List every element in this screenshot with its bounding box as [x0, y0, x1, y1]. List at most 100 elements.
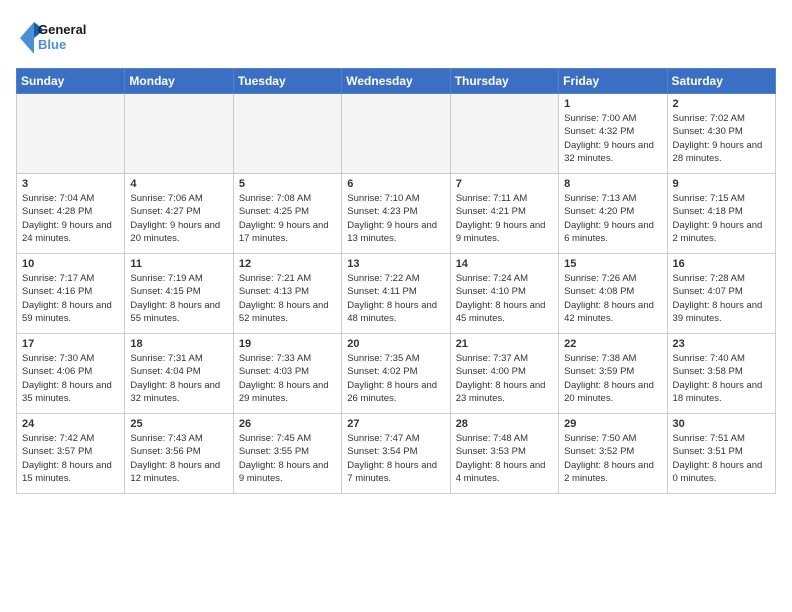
day-info: Sunrise: 7:00 AM Sunset: 4:32 PM Dayligh…: [564, 112, 661, 165]
calendar-week-5: 24Sunrise: 7:42 AM Sunset: 3:57 PM Dayli…: [17, 414, 776, 494]
day-number: 17: [22, 338, 119, 350]
day-number: 28: [456, 418, 553, 430]
day-header-monday: Monday: [125, 69, 233, 94]
day-info: Sunrise: 7:04 AM Sunset: 4:28 PM Dayligh…: [22, 192, 119, 245]
day-info: Sunrise: 7:37 AM Sunset: 4:00 PM Dayligh…: [456, 352, 553, 405]
calendar-cell: 15 Sunrise: 7:26 AM Sunset: 4:08 PM Dayli…: [559, 254, 667, 334]
day-info: Sunrise: 7:35 AM Sunset: 4:02 PM Dayligh…: [347, 352, 444, 405]
calendar-cell: 14 Sunrise: 7:24 AM Sunset: 4:10 PM Dayli…: [450, 254, 558, 334]
day-number: 1: [564, 98, 661, 110]
day-number: 25: [130, 418, 227, 430]
calendar-cell: 21Sunrise: 7:37 AM Sunset: 4:00 PM Dayli…: [450, 334, 558, 414]
day-number: 19: [239, 338, 336, 350]
day-info: Sunrise: 7:26 AM Sunset: 4:08 PM Dayligh…: [564, 272, 661, 325]
day-info: Sunrise: 7:24 AM Sunset: 4:10 PM Dayligh…: [456, 272, 553, 325]
calendar-week-2: 3Sunrise: 7:04 AM Sunset: 4:28 PM Daylig…: [17, 174, 776, 254]
day-number: 6: [347, 178, 444, 190]
day-info: Sunrise: 7:40 AM Sunset: 3:58 PM Dayligh…: [673, 352, 770, 405]
calendar-cell: 13 Sunrise: 7:22 AM Sunset: 4:11 PM Dayli…: [342, 254, 450, 334]
day-info: Sunrise: 7:47 AM Sunset: 3:54 PM Dayligh…: [347, 432, 444, 485]
calendar-cell: 8 Sunrise: 7:13 AM Sunset: 4:20 PM Daylig…: [559, 174, 667, 254]
day-info: Sunrise: 7:21 AM Sunset: 4:13 PM Dayligh…: [239, 272, 336, 325]
calendar-header-row: SundayMondayTuesdayWednesdayThursdayFrid…: [17, 69, 776, 94]
day-number: 7: [456, 178, 553, 190]
calendar-cell: 1 Sunrise: 7:00 AM Sunset: 4:32 PM Daylig…: [559, 94, 667, 174]
logo-image: General Blue: [16, 16, 116, 60]
day-number: 8: [564, 178, 661, 190]
day-number: 29: [564, 418, 661, 430]
calendar-cell: 6 Sunrise: 7:10 AM Sunset: 4:23 PM Daylig…: [342, 174, 450, 254]
calendar-cell: 10Sunrise: 7:17 AM Sunset: 4:16 PM Dayli…: [17, 254, 125, 334]
calendar-table: SundayMondayTuesdayWednesdayThursdayFrid…: [16, 68, 776, 494]
day-info: Sunrise: 7:08 AM Sunset: 4:25 PM Dayligh…: [239, 192, 336, 245]
calendar-cell: 24Sunrise: 7:42 AM Sunset: 3:57 PM Dayli…: [17, 414, 125, 494]
day-info: Sunrise: 7:33 AM Sunset: 4:03 PM Dayligh…: [239, 352, 336, 405]
calendar-cell: 2Sunrise: 7:02 AM Sunset: 4:30 PM Daylig…: [667, 94, 775, 174]
day-number: 22: [564, 338, 661, 350]
day-number: 16: [673, 258, 770, 270]
svg-text:General: General: [38, 22, 86, 37]
calendar-cell: 26 Sunrise: 7:45 AM Sunset: 3:55 PM Dayli…: [233, 414, 341, 494]
calendar-cell: [342, 94, 450, 174]
day-info: Sunrise: 7:28 AM Sunset: 4:07 PM Dayligh…: [673, 272, 770, 325]
day-info: Sunrise: 7:51 AM Sunset: 3:51 PM Dayligh…: [673, 432, 770, 485]
calendar-cell: [125, 94, 233, 174]
calendar-cell: 27 Sunrise: 7:47 AM Sunset: 3:54 PM Dayli…: [342, 414, 450, 494]
day-info: Sunrise: 7:06 AM Sunset: 4:27 PM Dayligh…: [130, 192, 227, 245]
calendar-cell: 23 Sunrise: 7:40 AM Sunset: 3:58 PM Dayli…: [667, 334, 775, 414]
day-number: 18: [130, 338, 227, 350]
day-number: 24: [22, 418, 119, 430]
day-number: 5: [239, 178, 336, 190]
calendar-cell: 11Sunrise: 7:19 AM Sunset: 4:15 PM Dayli…: [125, 254, 233, 334]
day-number: 14: [456, 258, 553, 270]
day-info: Sunrise: 7:43 AM Sunset: 3:56 PM Dayligh…: [130, 432, 227, 485]
calendar-cell: 22 Sunrise: 7:38 AM Sunset: 3:59 PM Dayli…: [559, 334, 667, 414]
day-number: 11: [130, 258, 227, 270]
calendar-week-3: 10Sunrise: 7:17 AM Sunset: 4:16 PM Dayli…: [17, 254, 776, 334]
calendar-cell: 9 Sunrise: 7:15 AM Sunset: 4:18 PM Daylig…: [667, 174, 775, 254]
day-header-friday: Friday: [559, 69, 667, 94]
day-info: Sunrise: 7:10 AM Sunset: 4:23 PM Dayligh…: [347, 192, 444, 245]
calendar-cell: [450, 94, 558, 174]
calendar-cell: 3Sunrise: 7:04 AM Sunset: 4:28 PM Daylig…: [17, 174, 125, 254]
day-number: 26: [239, 418, 336, 430]
calendar-cell: 5 Sunrise: 7:08 AM Sunset: 4:25 PM Daylig…: [233, 174, 341, 254]
day-number: 10: [22, 258, 119, 270]
day-info: Sunrise: 7:48 AM Sunset: 3:53 PM Dayligh…: [456, 432, 553, 485]
day-header-sunday: Sunday: [17, 69, 125, 94]
day-info: Sunrise: 7:50 AM Sunset: 3:52 PM Dayligh…: [564, 432, 661, 485]
day-number: 27: [347, 418, 444, 430]
calendar-week-4: 17Sunrise: 7:30 AM Sunset: 4:06 PM Dayli…: [17, 334, 776, 414]
calendar-cell: 28 Sunrise: 7:48 AM Sunset: 3:53 PM Dayli…: [450, 414, 558, 494]
day-number: 23: [673, 338, 770, 350]
day-header-saturday: Saturday: [667, 69, 775, 94]
day-info: Sunrise: 7:45 AM Sunset: 3:55 PM Dayligh…: [239, 432, 336, 485]
calendar-cell: 18 Sunrise: 7:31 AM Sunset: 4:04 PM Dayli…: [125, 334, 233, 414]
calendar-cell: 4 Sunrise: 7:06 AM Sunset: 4:27 PM Daylig…: [125, 174, 233, 254]
day-number: 20: [347, 338, 444, 350]
calendar-cell: 30 Sunrise: 7:51 AM Sunset: 3:51 PM Dayli…: [667, 414, 775, 494]
page-header: General Blue: [16, 16, 776, 60]
day-info: Sunrise: 7:15 AM Sunset: 4:18 PM Dayligh…: [673, 192, 770, 245]
day-info: Sunrise: 7:13 AM Sunset: 4:20 PM Dayligh…: [564, 192, 661, 245]
day-info: Sunrise: 7:38 AM Sunset: 3:59 PM Dayligh…: [564, 352, 661, 405]
day-header-tuesday: Tuesday: [233, 69, 341, 94]
calendar-cell: 16 Sunrise: 7:28 AM Sunset: 4:07 PM Dayli…: [667, 254, 775, 334]
day-info: Sunrise: 7:11 AM Sunset: 4:21 PM Dayligh…: [456, 192, 553, 245]
day-number: 30: [673, 418, 770, 430]
day-info: Sunrise: 7:22 AM Sunset: 4:11 PM Dayligh…: [347, 272, 444, 325]
calendar-week-1: 1 Sunrise: 7:00 AM Sunset: 4:32 PM Daylig…: [17, 94, 776, 174]
calendar-cell: [17, 94, 125, 174]
day-number: 2: [673, 98, 770, 110]
day-number: 4: [130, 178, 227, 190]
calendar-cell: [233, 94, 341, 174]
calendar-cell: 7 Sunrise: 7:11 AM Sunset: 4:21 PM Daylig…: [450, 174, 558, 254]
day-number: 15: [564, 258, 661, 270]
logo: General Blue: [16, 16, 116, 60]
calendar-cell: 20 Sunrise: 7:35 AM Sunset: 4:02 PM Dayli…: [342, 334, 450, 414]
day-info: Sunrise: 7:31 AM Sunset: 4:04 PM Dayligh…: [130, 352, 227, 405]
day-number: 9: [673, 178, 770, 190]
day-number: 13: [347, 258, 444, 270]
calendar-cell: 19 Sunrise: 7:33 AM Sunset: 4:03 PM Dayli…: [233, 334, 341, 414]
svg-text:Blue: Blue: [38, 37, 66, 52]
